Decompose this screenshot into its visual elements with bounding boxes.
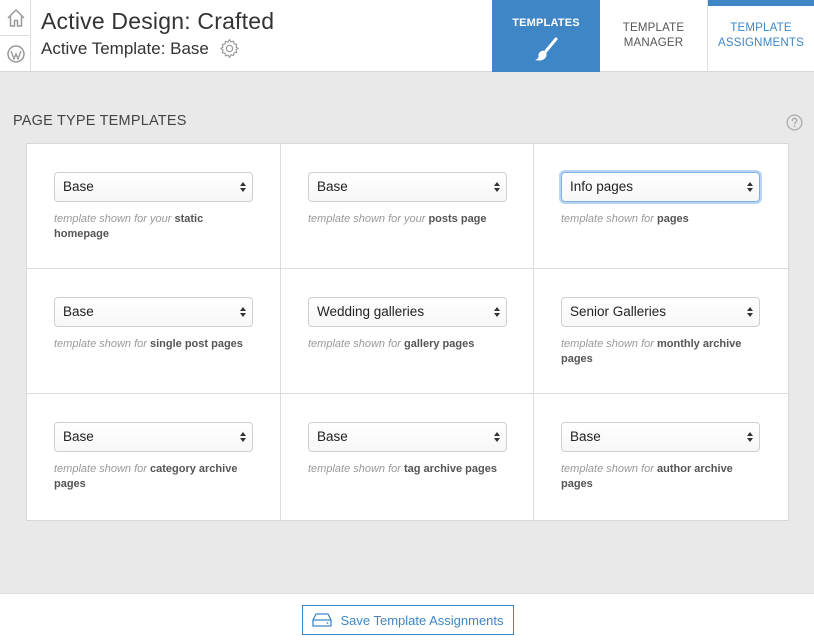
template-description: template shown for pages [561, 212, 761, 227]
tab-assignments-line1: TEMPLATE [730, 22, 792, 34]
template-select[interactable]: Wedding galleries [308, 297, 507, 327]
template-select[interactable]: Base [308, 172, 507, 202]
template-select[interactable]: Base [54, 422, 253, 452]
select-arrows-icon [494, 182, 500, 192]
wordpress-icon[interactable] [0, 36, 31, 72]
template-select-value: Base [570, 429, 601, 444]
template-select[interactable]: Base [308, 422, 507, 452]
help-icon[interactable] [786, 114, 803, 136]
active-template-line: Active Template: Base [41, 38, 274, 59]
description-target: posts page [428, 213, 487, 225]
assignment-cell: Base template shown for category archive… [27, 394, 281, 520]
select-arrows-icon [240, 182, 246, 192]
title-block: Active Design: Crafted Active Template: … [41, 8, 274, 59]
save-template-assignments-button[interactable]: Save Template Assignments [302, 605, 514, 635]
template-select[interactable]: Info pages [561, 172, 760, 202]
description-prefix: template shown for [561, 213, 654, 225]
assignment-cell: Base template shown for tag archive page… [281, 394, 534, 520]
description-prefix: template shown for your [308, 213, 426, 225]
description-prefix: template shown for [308, 338, 401, 350]
app-header: Active Design: Crafted Active Template: … [0, 0, 814, 72]
tab-template-assignments[interactable]: TEMPLATE ASSIGNMENTS [708, 0, 814, 72]
save-button-label: Save Template Assignments [340, 612, 504, 628]
template-description: template shown for author archive pages [561, 462, 761, 492]
drive-icon [312, 613, 333, 627]
template-select[interactable]: Base [54, 297, 253, 327]
template-assignment-grid: Base template shown for your static home… [26, 143, 789, 521]
select-arrows-icon [747, 182, 753, 192]
tab-template-manager[interactable]: TEMPLATE MANAGER [600, 0, 708, 72]
template-description: template shown for gallery pages [308, 337, 508, 352]
assignment-cell: Base template shown for your posts page [281, 144, 534, 269]
assignment-cell: Base template shown for single post page… [27, 269, 281, 394]
template-select-value: Base [63, 429, 94, 444]
gear-icon[interactable] [219, 38, 240, 59]
select-arrows-icon [747, 432, 753, 442]
home-icon[interactable] [0, 0, 31, 36]
template-select-value: Info pages [570, 179, 634, 194]
assignment-cell: Base template shown for your static home… [27, 144, 281, 269]
template-description: template shown for your static homepage [54, 212, 254, 242]
template-select-value: Base [317, 429, 348, 444]
template-description: template shown for single post pages [54, 337, 254, 352]
template-select[interactable]: Base [54, 172, 253, 202]
template-select-value: Base [63, 304, 94, 319]
tab-templates-label: TEMPLATES [512, 17, 580, 29]
template-description: template shown for tag archive pages [308, 462, 508, 477]
assignment-cell: Wedding galleries template shown for gal… [281, 269, 534, 394]
description-prefix: template shown for [308, 463, 401, 475]
template-select-value: Wedding galleries [317, 304, 425, 319]
select-arrows-icon [240, 432, 246, 442]
select-arrows-icon [747, 307, 753, 317]
side-icon-bar [0, 0, 31, 72]
paintbrush-icon [532, 37, 560, 68]
template-description: template shown for your posts page [308, 212, 508, 227]
tab-manager-line1: TEMPLATE [622, 22, 685, 34]
assignment-cell: Senior Galleries template shown for mont… [534, 269, 788, 394]
footer-bar: Save Template Assignments [0, 593, 814, 641]
description-prefix: template shown for your [54, 213, 172, 225]
assignment-cell: Info pages template shown for pages [534, 144, 788, 269]
description-prefix: template shown for [54, 463, 147, 475]
select-arrows-icon [494, 307, 500, 317]
page-title: Active Design: Crafted [41, 8, 275, 34]
section-title: PAGE TYPE TEMPLATES [13, 113, 187, 129]
template-description: template shown for category archive page… [54, 462, 254, 492]
description-target: pages [657, 213, 689, 225]
template-select-value: Base [317, 179, 348, 194]
tab-templates[interactable]: TEMPLATES [492, 0, 600, 72]
select-arrows-icon [494, 432, 500, 442]
template-select-value: Senior Galleries [570, 304, 667, 319]
assignment-cell: Base template shown for author archive p… [534, 394, 788, 520]
template-select[interactable]: Senior Galleries [561, 297, 760, 327]
description-target: single post pages [150, 338, 243, 350]
template-select-value: Base [63, 179, 94, 194]
description-prefix: template shown for [54, 338, 147, 350]
active-template-label: Active Template: Base [41, 38, 209, 58]
description-prefix: template shown for [561, 463, 654, 475]
template-select[interactable]: Base [561, 422, 760, 452]
select-arrows-icon [240, 307, 246, 317]
tab-assignments-line2: ASSIGNMENTS [718, 37, 804, 49]
description-target: tag archive pages [404, 463, 497, 475]
description-prefix: template shown for [561, 338, 654, 350]
template-description: template shown for monthly archive pages [561, 337, 761, 367]
tab-manager-line2: MANAGER [623, 37, 684, 49]
description-target: gallery pages [404, 338, 475, 350]
